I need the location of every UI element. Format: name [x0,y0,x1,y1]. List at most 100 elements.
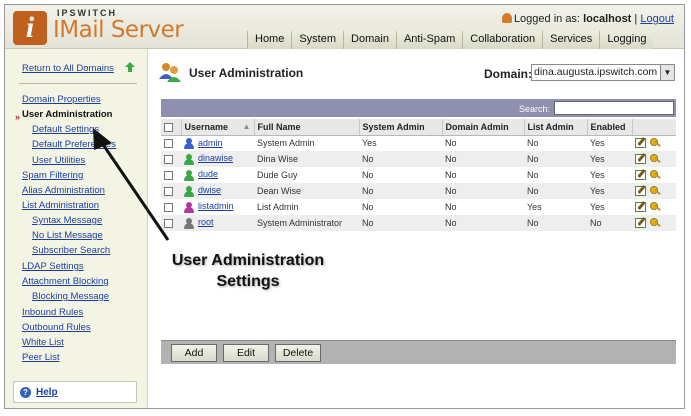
table-row[interactable]: root System Administrator No No No No [161,215,676,231]
sidebar-item-inbound-rules[interactable]: Inbound Rules [22,307,83,318]
table-row[interactable]: dwise Dean Wise No No No Yes [161,183,676,199]
table-row[interactable]: dinawise Dina Wise No No No Yes [161,151,676,167]
sidebar-item-attachment-blocking[interactable]: Attachment Blocking [22,276,109,287]
row-checkbox[interactable] [164,155,173,165]
username-link[interactable]: admin [198,138,223,148]
edit-icon[interactable] [635,218,646,229]
add-button[interactable]: Add [171,344,217,362]
row-checkbox[interactable] [164,139,173,149]
enabled-cell: Yes [587,167,632,183]
sidebar-item-list-administration[interactable]: List Administration [22,200,99,211]
tab-services[interactable]: Services [542,31,600,49]
help-link[interactable]: Help [36,387,58,398]
chevron-down-icon[interactable]: ▼ [660,65,674,80]
tab-home[interactable]: Home [247,31,292,49]
sidebar-item-white-list[interactable]: White List [22,337,64,348]
sidebar-item-blocking-message[interactable]: Blocking Message [32,291,109,302]
annotation-line-2: Settings [216,273,280,290]
key-icon[interactable] [650,217,661,229]
actions-cell [632,215,676,231]
button-bar: Add Edit Delete [161,340,676,364]
sidebar-item-alias-administration[interactable]: Alias Administration [22,185,105,196]
edit-icon[interactable] [635,170,646,181]
edit-button[interactable]: Edit [223,344,269,362]
user-icon [184,185,194,197]
key-icon[interactable] [650,153,661,165]
column-header-list-admin[interactable]: List Admin [524,119,588,136]
imail-logo-icon: i [13,11,47,45]
column-header-system-admin[interactable]: System Admin [359,119,443,136]
username-link[interactable]: dwise [198,185,221,195]
sidebar-item-domain-properties[interactable]: Domain Properties [22,94,101,105]
edit-icon[interactable] [635,202,646,213]
fullname-cell: List Admin [254,199,359,215]
key-icon[interactable] [650,185,661,197]
system-admin-cell: No [359,199,442,215]
edit-icon[interactable] [635,186,646,197]
tab-collaboration[interactable]: Collaboration [462,31,543,49]
tab-anti-spam[interactable]: Anti-Spam [395,31,463,49]
help-box[interactable]: ? Help [13,381,137,403]
select-all-checkbox[interactable] [164,122,173,132]
column-header-username[interactable]: Username ▲ [181,119,255,136]
list-admin-cell: No [524,215,587,231]
row-checkbox[interactable] [164,203,173,213]
sidebar-item-default-settings[interactable]: Default Settings [32,124,99,135]
edit-icon[interactable] [635,154,646,165]
sidebar-item-default-preferences[interactable]: Default Preferences [32,139,116,150]
login-user: localhost [583,13,632,25]
sidebar-item-no-list-message[interactable]: No List Message [32,230,103,241]
return-to-all-domains-link[interactable]: Return to All Domains [22,63,114,74]
domain-admin-cell: No [442,199,524,215]
key-icon[interactable] [650,137,661,149]
table-row[interactable]: admin System Admin Yes No No Yes [161,135,676,151]
column-header-enabled[interactable]: Enabled [587,119,633,136]
row-checkbox[interactable] [164,187,173,197]
username-link[interactable]: listadmin [198,201,234,211]
logout-link[interactable]: Logout [640,13,674,25]
enabled-cell: Yes [587,135,632,151]
tab-domain[interactable]: Domain [343,31,396,49]
column-header-domain-admin[interactable]: Domain Admin [442,119,525,136]
search-input[interactable] [554,101,674,115]
username-cell: root [181,215,254,231]
username-link[interactable]: dinawise [198,153,233,163]
table-header-row: Username ▲ Full Name System Admin Domain … [161,119,676,136]
sidebar-item-user-administration[interactable]: User Administration [22,109,112,120]
sidebar-item-spam-filtering[interactable]: Spam Filtering [22,170,83,181]
key-icon[interactable] [650,201,661,213]
sidebar-item-subscriber-search[interactable]: Subscriber Search [32,245,110,256]
sort-icon: ▲ [242,121,251,131]
tab-logging[interactable]: Logging [599,31,654,49]
edit-icon[interactable] [635,138,646,149]
sidebar-item-outbound-rules[interactable]: Outbound Rules [22,322,91,333]
list-admin-cell: No [524,183,587,199]
app-window: i IPSWITCH IMail Server Logged in as: lo… [4,4,685,409]
key-icon[interactable] [650,169,661,181]
tab-system[interactable]: System [291,31,344,49]
username-link[interactable]: dude [198,169,218,179]
table-row[interactable]: dude Dude Guy No No No Yes [161,167,676,183]
delete-button[interactable]: Delete [275,344,321,362]
sidebar-item-peer-list[interactable]: Peer List [22,352,60,363]
sidebar-item-ldap-settings[interactable]: LDAP Settings [22,261,84,272]
table-row[interactable]: listadmin List Admin No No Yes Yes [161,199,676,215]
users-table: Username ▲ Full Name System Admin Domain … [161,119,676,231]
username-link[interactable]: root [198,217,214,227]
sidebar-divider [19,83,137,84]
sidebar: Return to All Domains Domain Properties … [5,49,148,408]
user-icon [184,153,194,165]
domain-select[interactable]: dina.augusta.ipswitch.com ▼ [531,64,675,81]
list-admin-cell: No [524,167,587,183]
fullname-cell: System Administrator [254,215,359,231]
list-admin-cell: No [524,151,587,167]
sidebar-item-user-utilities[interactable]: User Utilities [32,155,85,166]
sidebar-item-syntax-message[interactable]: Syntax Message [32,215,102,226]
system-admin-cell: No [359,215,442,231]
annotation-text: User Administration Settings [158,250,338,292]
username-cell: listadmin [181,199,254,215]
select-all-header [161,119,182,136]
column-header-full-name[interactable]: Full Name [254,119,360,136]
row-checkbox[interactable] [164,219,173,229]
row-checkbox[interactable] [164,171,173,181]
